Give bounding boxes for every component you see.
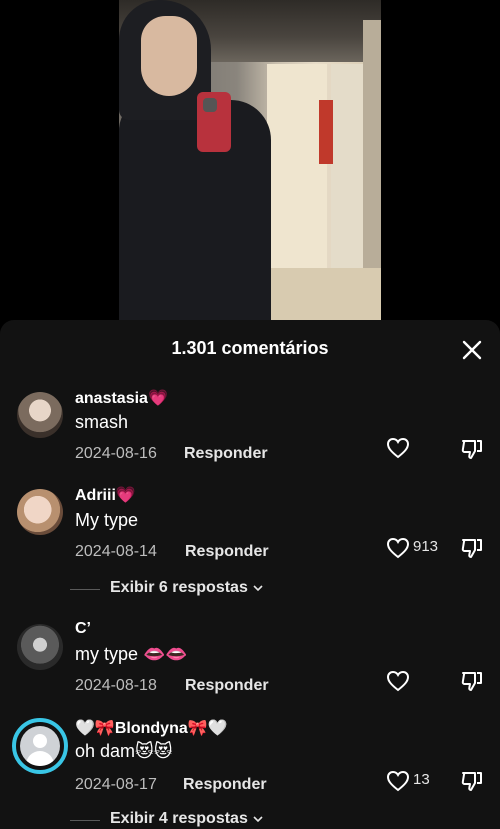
heart-icon[interactable] <box>386 670 410 692</box>
comment-username[interactable]: C’ <box>75 620 91 638</box>
reply-button[interactable]: Responder <box>184 445 268 463</box>
view-replies-button[interactable]: Exibir 6 respostas <box>110 579 264 597</box>
chevron-down-icon <box>253 816 263 822</box>
comment-item: C’ my type 👄👄 2024-08-18 Responder <box>0 618 500 718</box>
video-preview[interactable] <box>0 0 500 330</box>
like-count: 913 <box>413 538 439 555</box>
reply-button[interactable]: Responder <box>183 776 267 794</box>
video-person-face <box>141 16 197 96</box>
avatar[interactable] <box>17 392 63 438</box>
dislike-icon[interactable] <box>460 438 484 460</box>
video-doorway <box>267 64 327 270</box>
replies-divider <box>70 820 100 821</box>
avatar[interactable] <box>17 624 63 670</box>
comment-text: My type <box>75 510 139 530</box>
view-replies-row: Exibir 6 respostas <box>0 579 500 599</box>
avatar-story-ring[interactable] <box>12 718 68 774</box>
like-count: 13 <box>413 771 430 788</box>
view-replies-button[interactable]: Exibir 4 respostas <box>110 810 264 828</box>
comment-text: smash <box>75 412 129 432</box>
view-replies-label: Exibir 4 respostas <box>110 810 248 827</box>
comment-text: my type 👄👄 <box>75 644 188 664</box>
view-replies-label: Exibir 6 respostas <box>110 579 248 596</box>
comment-username[interactable]: Adriii💗 <box>75 485 136 505</box>
heart-icon[interactable] <box>386 537 410 559</box>
view-replies-row: Exibir 4 respostas <box>0 810 500 829</box>
video-phone <box>197 92 231 152</box>
avatar[interactable] <box>17 489 63 535</box>
heart-icon[interactable] <box>386 770 410 792</box>
dislike-icon[interactable] <box>460 770 484 792</box>
video-phone-camera <box>203 98 217 112</box>
comment-item: 🤍🎀Blondyna🎀🤍 oh dam😻😻 2024-08-17 Respond… <box>0 716 500 816</box>
video-red-sign <box>319 100 333 164</box>
video-person-body <box>119 100 271 322</box>
reply-button[interactable]: Responder <box>185 543 269 561</box>
default-avatar-icon <box>20 726 60 766</box>
comment-date: 2024-08-17 <box>75 776 157 793</box>
comment-username[interactable]: anastasia💗 <box>75 388 168 408</box>
comments-title: 1.301 comentários <box>171 338 329 358</box>
dislike-icon[interactable] <box>460 670 484 692</box>
comment-date: 2024-08-14 <box>75 543 157 560</box>
comments-sheet: 1.301 comentários anastasia💗 smash 2024-… <box>0 320 500 829</box>
heart-icon[interactable] <box>386 437 410 459</box>
chevron-down-icon <box>253 585 263 591</box>
reply-button[interactable]: Responder <box>185 677 269 695</box>
replies-divider <box>70 589 100 590</box>
comment-date: 2024-08-18 <box>75 677 157 694</box>
dislike-icon[interactable] <box>460 537 484 559</box>
comment-username[interactable]: 🤍🎀Blondyna🎀🤍 <box>75 718 228 738</box>
close-icon[interactable] <box>458 336 486 364</box>
video-frame <box>119 0 381 322</box>
comment-item: anastasia💗 smash 2024-08-16 Responder <box>0 382 500 482</box>
comment-date: 2024-08-16 <box>75 445 157 462</box>
comment-item: Adriii💗 My type 2024-08-14 Responder 913 <box>0 483 500 583</box>
comment-text: oh dam😻😻 <box>75 741 173 761</box>
